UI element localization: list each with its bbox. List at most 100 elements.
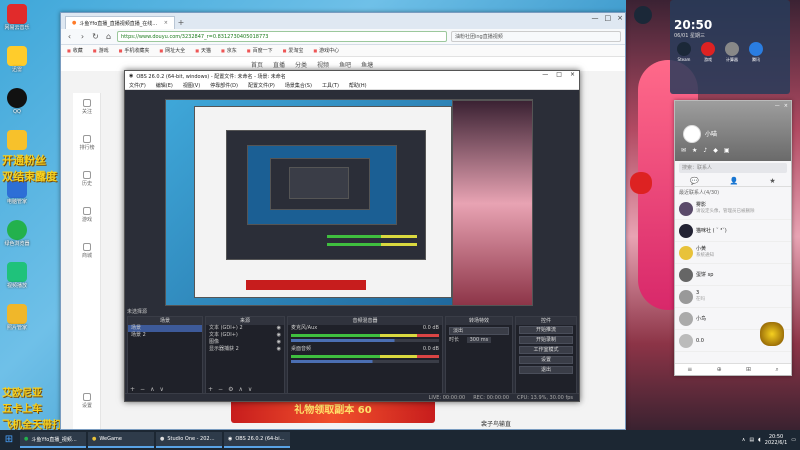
list-item[interactable]: 雾影 请设定头像，管理员已被删除 bbox=[675, 198, 791, 220]
avatar[interactable] bbox=[683, 125, 701, 143]
settings-button[interactable]: 设置 bbox=[519, 356, 573, 364]
widget-app-steam[interactable]: Steam bbox=[674, 42, 694, 63]
desktop-icon-qq[interactable]: QQ bbox=[2, 88, 32, 115]
scene-item[interactable]: 场景 bbox=[128, 325, 202, 332]
add-icon[interactable]: + bbox=[208, 386, 213, 393]
source-item[interactable]: 文本 (GDI+) 2 ◉ bbox=[206, 325, 284, 332]
notification-icon[interactable]: ▭ bbox=[791, 437, 796, 443]
menu-profile[interactable]: 配置文件(P) bbox=[248, 82, 275, 89]
nav-video[interactable]: 视频 bbox=[317, 60, 329, 69]
music-icon[interactable]: ♪ bbox=[703, 147, 707, 154]
desktop-icon-photo[interactable]: 照片管家 bbox=[2, 304, 32, 331]
studio-mode-button[interactable]: 工作室模式 bbox=[519, 346, 573, 354]
menu-edit[interactable]: 编辑(E) bbox=[156, 82, 173, 89]
close-button[interactable]: × bbox=[617, 14, 623, 22]
back-icon[interactable]: ‹ bbox=[65, 32, 74, 41]
nav-category[interactable]: 分类 bbox=[295, 60, 307, 69]
source-item[interactable]: 显示器捕获 2 ◉ bbox=[206, 346, 284, 353]
wallet-icon[interactable]: ▣ bbox=[724, 147, 730, 154]
mail-icon[interactable]: ✉ bbox=[681, 147, 686, 154]
home-icon[interactable]: ⌂ bbox=[104, 32, 113, 41]
menu-file[interactable]: 文件(F) bbox=[129, 82, 146, 89]
refresh-icon[interactable]: ↻ bbox=[91, 32, 100, 41]
widget-app-tencent[interactable]: 腾讯 bbox=[746, 42, 766, 63]
taskbar-app-obs[interactable]: ◉ OBS 26.0.2 (64-bi… bbox=[224, 432, 290, 448]
browser-tab-active[interactable]: ● 斗鱼Yfo直播_直播视频直播_在线… × bbox=[65, 16, 175, 29]
taskbar-app-browser[interactable]: ● 斗鱼Yfo直播_视频… bbox=[20, 432, 86, 448]
add-friend-icon[interactable]: ⊕ bbox=[717, 364, 722, 375]
remove-icon[interactable]: − bbox=[140, 386, 145, 393]
address-bar[interactable]: https://www.douyu.com/3232847_r=0.831273… bbox=[117, 31, 447, 42]
obs-preview-canvas[interactable] bbox=[165, 99, 533, 306]
nav-live[interactable]: 直播 bbox=[273, 60, 285, 69]
nav-pond[interactable]: 鱼塘 bbox=[361, 60, 373, 69]
bookmark-item[interactable]: 收藏 bbox=[67, 47, 83, 54]
sidebar-item-shop[interactable]: 商城 bbox=[75, 243, 99, 259]
gear-icon[interactable]: ⚙ bbox=[228, 386, 233, 393]
eye-icon[interactable]: ◉ bbox=[277, 332, 281, 339]
new-tab-button[interactable]: + bbox=[175, 17, 187, 29]
sidebar-item-rank[interactable]: 排行榜 bbox=[75, 135, 99, 151]
widget-app-calc[interactable]: 计算器 bbox=[722, 42, 742, 63]
nav-home[interactable]: 首页 bbox=[251, 60, 263, 69]
sidebar-item-follow[interactable]: 关注 bbox=[75, 99, 99, 115]
menu-docks[interactable]: 停靠部件(D) bbox=[210, 82, 238, 89]
source-item[interactable]: 文本 (GDI+) ◉ bbox=[206, 332, 284, 339]
eye-icon[interactable]: ◉ bbox=[277, 325, 281, 332]
sidebar-item-settings[interactable]: 设置 bbox=[75, 393, 99, 409]
bookmark-item[interactable]: 网址大全 bbox=[159, 47, 185, 54]
move-up-icon[interactable]: ∧ bbox=[238, 386, 242, 393]
streamer-name[interactable]: 裴子鸟输直 bbox=[481, 419, 511, 428]
game-icon[interactable]: ◆ bbox=[713, 147, 718, 154]
badge-float-icon[interactable] bbox=[760, 322, 784, 346]
search-icon[interactable]: ⌕ bbox=[775, 364, 778, 375]
tab-contacts[interactable]: 👤 bbox=[730, 175, 739, 186]
start-button[interactable]: ⊞ bbox=[0, 430, 18, 450]
bookmark-item[interactable]: 百度一下 bbox=[247, 47, 273, 54]
bookmark-item[interactable]: 手机收藏夹 bbox=[119, 47, 149, 54]
menu-help[interactable]: 帮助(H) bbox=[349, 82, 367, 89]
list-item[interactable]: 蛋饼 sp bbox=[675, 264, 791, 286]
sidebar-item-game[interactable]: 游戏 bbox=[75, 207, 99, 223]
minimize-button[interactable]: — bbox=[775, 103, 780, 109]
maximize-button[interactable]: □ bbox=[605, 14, 612, 22]
desktop-icon-player[interactable]: 视频播放 bbox=[2, 262, 32, 289]
list-item[interactable]: 3 在吗 bbox=[675, 286, 791, 308]
move-down-icon[interactable]: ∨ bbox=[248, 386, 252, 393]
eye-icon[interactable]: ◉ bbox=[277, 346, 281, 353]
start-streaming-button[interactable]: 开始推流 bbox=[519, 326, 573, 334]
recent-contacts-group[interactable]: 最近联系人(4/30) bbox=[675, 187, 791, 198]
chevron-up-icon[interactable]: ∧ bbox=[742, 437, 746, 443]
apps-icon[interactable]: ⊞ bbox=[746, 364, 751, 375]
bookmark-item[interactable]: 天猫 bbox=[195, 47, 211, 54]
tab-messages[interactable]: 💬 bbox=[690, 175, 699, 186]
desktop-icon-music[interactable]: 网易云音乐 bbox=[2, 4, 32, 31]
maximize-button[interactable]: □ bbox=[556, 71, 562, 78]
eye-icon[interactable]: ◉ bbox=[277, 339, 281, 346]
duration-input[interactable]: 300 ms bbox=[466, 337, 492, 343]
taskbar-clock[interactable]: 20:50 2022/6/1 bbox=[765, 434, 787, 446]
remove-icon[interactable]: − bbox=[218, 386, 223, 393]
forward-icon[interactable]: › bbox=[78, 32, 87, 41]
exit-button[interactable]: 退出 bbox=[519, 366, 573, 374]
volume-slider[interactable] bbox=[291, 339, 439, 342]
menu-scene-collection[interactable]: 场景集合(S) bbox=[285, 82, 312, 89]
transition-select[interactable]: 淡出 bbox=[449, 327, 509, 335]
nav-forum[interactable]: 鱼吧 bbox=[339, 60, 351, 69]
minimize-button[interactable]: — bbox=[592, 14, 599, 22]
close-icon[interactable]: × bbox=[164, 20, 168, 26]
network-icon[interactable]: ▤ bbox=[749, 437, 754, 443]
add-icon[interactable]: + bbox=[130, 386, 135, 393]
taskbar-app-studio-one[interactable]: ● Studio One - 202… bbox=[156, 432, 222, 448]
gift-banner[interactable]: 礼物领取副本 60 bbox=[231, 399, 435, 423]
bookmark-item[interactable]: 爱淘宝 bbox=[283, 47, 303, 54]
volume-icon[interactable]: ◖ bbox=[758, 437, 761, 443]
close-button[interactable]: × bbox=[784, 103, 788, 109]
bookmark-item[interactable]: 京东 bbox=[221, 47, 237, 54]
menu-icon[interactable]: ≡ bbox=[687, 364, 692, 375]
move-down-icon[interactable]: ∨ bbox=[159, 386, 163, 393]
move-up-icon[interactable]: ∧ bbox=[150, 386, 154, 393]
qq-search-input[interactable]: 搜索：联系人 bbox=[679, 163, 787, 173]
game-float-icon[interactable] bbox=[630, 172, 652, 194]
start-recording-button[interactable]: 开始录制 bbox=[519, 336, 573, 344]
